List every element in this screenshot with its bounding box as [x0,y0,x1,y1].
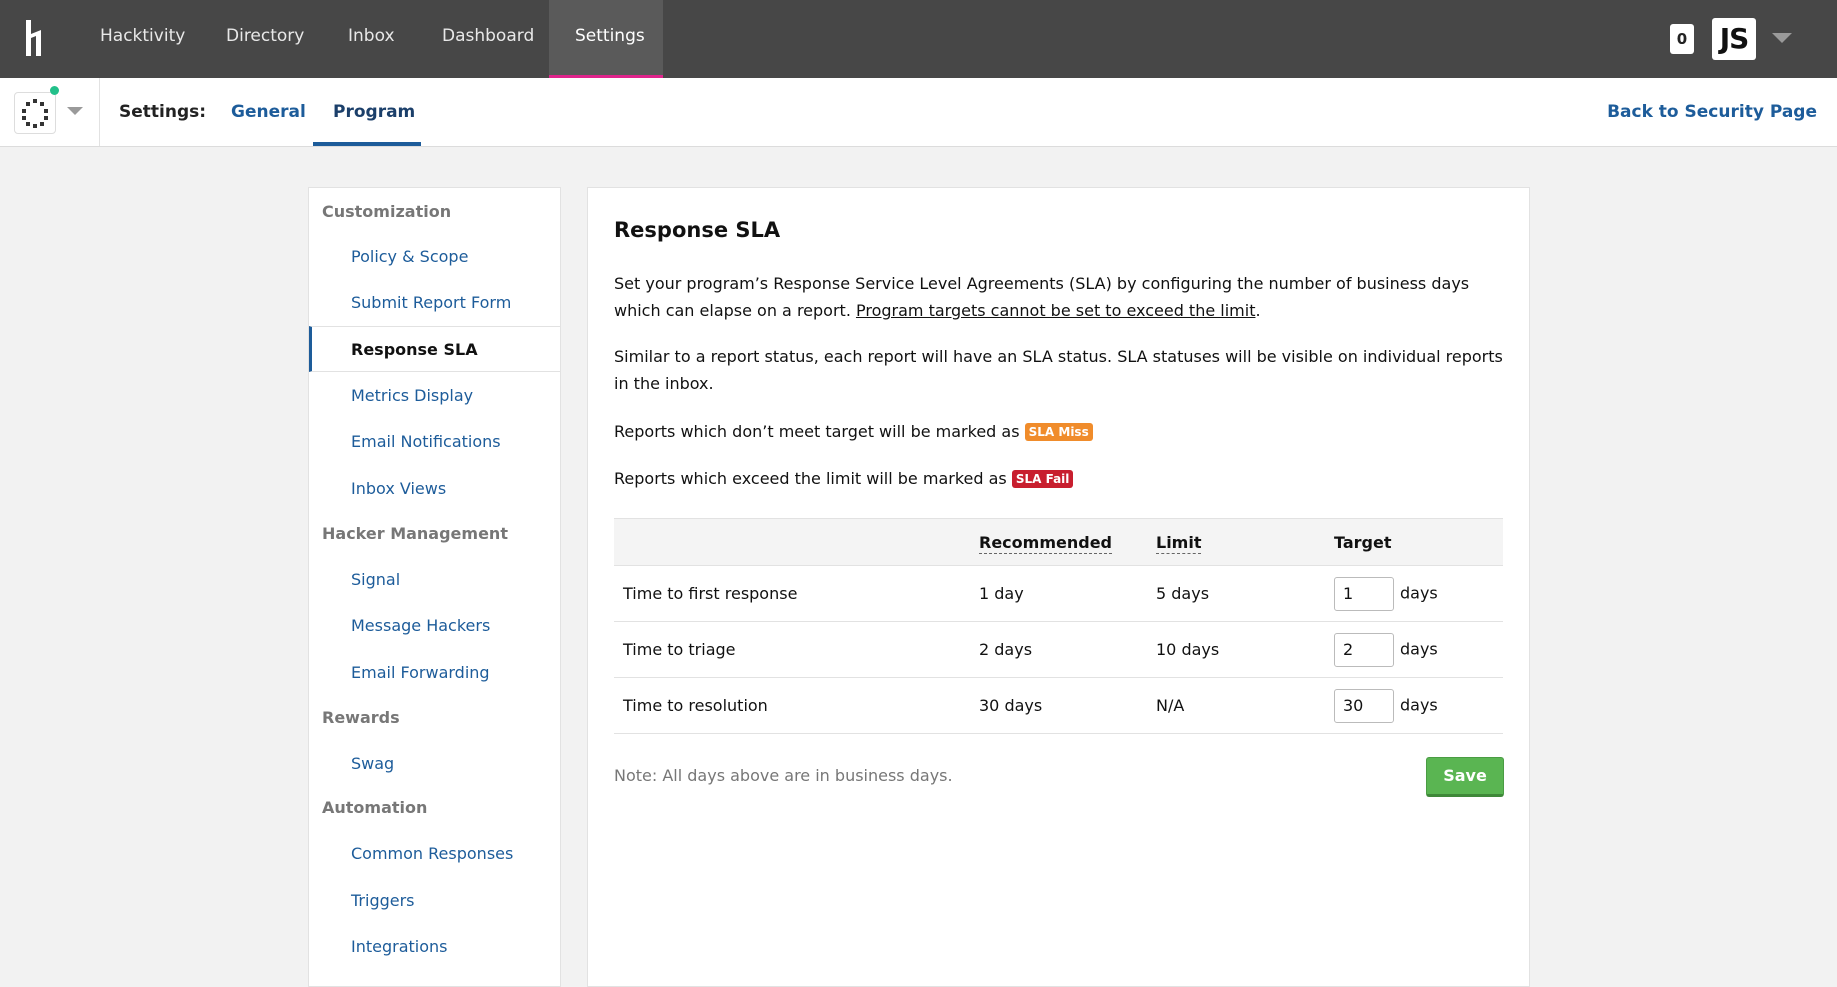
sla-fail-paragraph: Reports which exceed the limit will be m… [614,465,1514,492]
table-row: Time to triage 2 days 10 days days [614,621,1503,678]
response-sla-panel: Response SLA Set your program’s Response… [587,187,1530,987]
limit-header-label: Limit [1156,532,1202,554]
sidebar-section-automation: Automation [322,798,428,817]
recommended-value: 30 days [979,677,1156,734]
target-unit: days [1400,695,1438,714]
target-cell: days [1334,621,1503,678]
sidebar-section-rewards: Rewards [322,708,400,727]
sidebar-section-customization: Customization [322,202,452,221]
sidebar-item-integrations[interactable]: Integrations [309,924,560,970]
back-to-security-page-link[interactable]: Back to Security Page [1607,78,1817,146]
column-header-limit: Limit [1156,518,1334,566]
intro-end: . [1255,301,1261,320]
save-button[interactable]: Save [1426,757,1504,797]
nav-inbox[interactable]: Inbox [322,0,421,78]
table-row: Time to first response 1 day 5 days days [614,565,1503,622]
row-label: Time to resolution [614,677,979,734]
settings-subnav: Settings: General Program Back to Securi… [0,78,1837,147]
target-cell: days [1334,565,1503,622]
divider [99,78,100,146]
nav-directory[interactable]: Directory [200,0,330,78]
recommended-value: 1 day [979,565,1156,622]
limit-value: N/A [1156,677,1334,734]
intro-paragraph: Set your program’s Response Service Leve… [614,270,1514,324]
sidebar-item-email-notifications[interactable]: Email Notifications [309,419,560,465]
nav-hacktivity[interactable]: Hacktivity [74,0,211,78]
limit-value: 10 days [1156,621,1334,678]
sidebar-section-hacker-management: Hacker Management [322,524,508,543]
sidebar-item-submit-report-form[interactable]: Submit Report Form [309,280,560,326]
program-logo-icon [22,99,48,128]
program-logo[interactable] [14,92,56,134]
notification-count-badge[interactable]: 0 [1670,24,1694,54]
online-status-dot [50,86,59,95]
sla-miss-paragraph: Reports which don’t meet target will be … [614,418,1514,445]
recommended-header-label: Recommended [979,532,1112,554]
column-header-target: Target [1334,518,1503,566]
table-header-row: Recommended Limit Target [614,518,1503,566]
limit-value: 5 days [1156,565,1334,622]
user-avatar[interactable]: JS [1712,18,1756,60]
sla-fail-text: Reports which exceed the limit will be m… [614,469,1012,488]
resolution-target-input[interactable] [1334,688,1394,723]
settings-sidebar: Customization Policy & Scope Submit Repo… [308,187,561,987]
sidebar-item-email-forwarding[interactable]: Email Forwarding [309,650,560,696]
sidebar-item-inbox-views[interactable]: Inbox Views [309,466,560,512]
top-navbar: Hacktivity Directory Inbox Dashboard Set… [0,0,1837,78]
sidebar-item-response-sla[interactable]: Response SLA [309,326,560,372]
sla-miss-badge: SLA Miss [1024,423,1093,441]
sla-miss-text: Reports which don’t meet target will be … [614,422,1025,441]
sidebar-item-message-hackers[interactable]: Message Hackers [309,603,560,649]
row-label: Time to triage [614,621,979,678]
sla-fail-badge: SLA Fail [1011,470,1074,488]
tab-general[interactable]: General [211,78,326,146]
settings-label: Settings: [119,102,207,122]
page-title: Response SLA [614,218,781,242]
tab-program[interactable]: Program [313,78,421,146]
sidebar-item-signal[interactable]: Signal [309,557,560,603]
sidebar-item-policy-scope[interactable]: Policy & Scope [309,234,560,280]
business-days-note: Note: All days above are in business day… [614,766,953,785]
recommended-value: 2 days [979,621,1156,678]
program-switcher-chevron-down-icon[interactable] [67,107,83,115]
sidebar-item-metrics-display[interactable]: Metrics Display [309,373,560,419]
user-menu-chevron-down-icon[interactable] [1772,33,1792,43]
nav-dashboard[interactable]: Dashboard [416,0,560,78]
sidebar-item-common-responses[interactable]: Common Responses [309,831,560,877]
column-header-recommended: Recommended [979,518,1156,566]
hackerone-logo-icon[interactable] [24,20,50,56]
nav-settings[interactable]: Settings [549,0,663,78]
first-response-target-input[interactable] [1334,576,1394,611]
sla-table: Recommended Limit Target Time to first r… [614,518,1503,734]
column-header-empty [614,518,979,566]
target-unit: days [1400,639,1438,658]
sla-status-paragraph: Similar to a report status, each report … [614,347,1503,393]
program-targets-link[interactable]: Program targets cannot be set to exceed … [856,301,1255,320]
sidebar-item-triggers[interactable]: Triggers [309,878,560,924]
row-label: Time to first response [614,565,979,622]
table-row: Time to resolution 30 days N/A days [614,677,1503,734]
sidebar-item-swag[interactable]: Swag [309,741,560,787]
target-unit: days [1400,583,1438,602]
target-cell: days [1334,677,1503,734]
triage-target-input[interactable] [1334,632,1394,667]
